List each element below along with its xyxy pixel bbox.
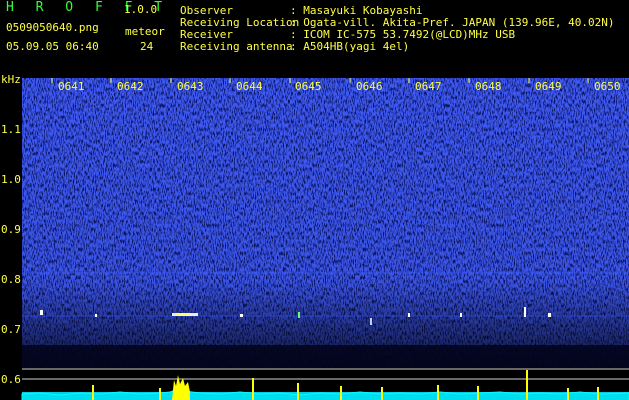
y-tick: 0.7: [1, 323, 21, 336]
y-tick: 1.1: [1, 123, 21, 136]
x-tick: 0643: [177, 80, 204, 93]
meteor-echo: [95, 314, 97, 317]
y-tick: 0.8: [1, 273, 21, 286]
x-tick: 0647: [415, 80, 442, 93]
x-tick: 0646: [356, 80, 383, 93]
x-tick: 0648: [475, 80, 502, 93]
meteor-echo: [176, 314, 190, 316]
x-tick: 0645: [295, 80, 322, 93]
y-tick: 0.9: [1, 223, 21, 236]
x-tick: 0649: [535, 80, 562, 93]
meteor-echo: [460, 313, 462, 317]
x-tick: 0650: [594, 80, 621, 93]
meteor-echo: [40, 310, 43, 315]
meteor-echo: [240, 314, 243, 317]
meteor-echo: [370, 318, 372, 325]
y-axis-label: kHz: [1, 73, 21, 86]
meteor-echo: [408, 313, 410, 317]
y-tick: 1.0: [1, 173, 21, 186]
y-tick: 0.6: [1, 373, 21, 386]
level-trace: [21, 370, 629, 400]
spectrogram-chart: kHz 1.1 1.0 0.9 0.8 0.7 0.6 0641 0642 06…: [1, 73, 629, 400]
spectrogram-body: [22, 78, 629, 368]
x-tick: 0644: [236, 80, 263, 93]
x-tick: 0641: [58, 80, 85, 93]
x-tick: 0642: [117, 80, 144, 93]
meteor-echo: [298, 312, 300, 318]
meteor-echo: [524, 307, 526, 317]
meteor-echo: [548, 313, 551, 317]
